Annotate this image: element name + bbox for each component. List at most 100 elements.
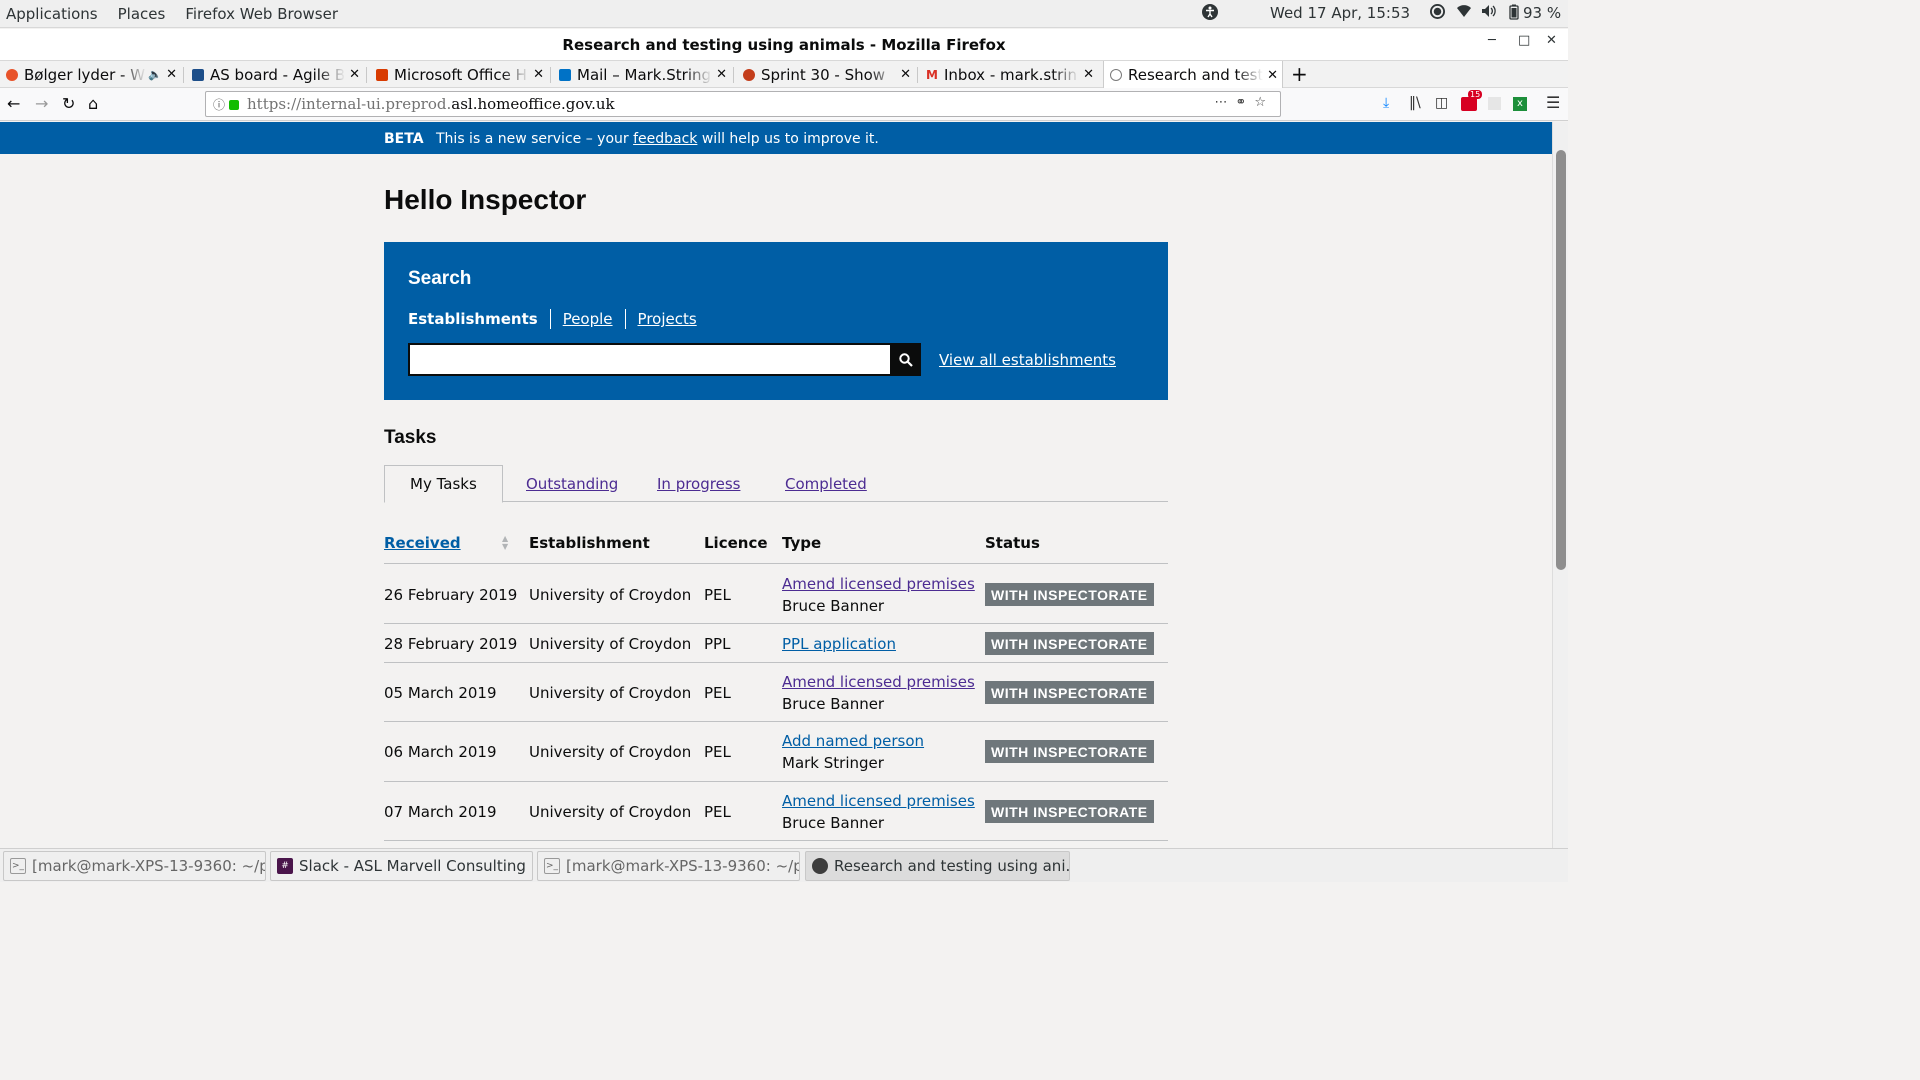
tab-as-board[interactable]: AS board - Agile B ✕ (186, 61, 364, 88)
tab-outstanding[interactable]: Outstanding (526, 465, 618, 502)
tab-in-progress[interactable]: In progress (657, 465, 740, 502)
search-tab-people[interactable]: People (549, 309, 625, 329)
notification-badge: 15 (1468, 90, 1483, 99)
received-cell: 05 March 2019 (384, 684, 497, 702)
page-actions-icon[interactable]: ⋯ (1214, 95, 1235, 110)
taskbar-item-label: Research and testing using ani... (834, 857, 1070, 875)
task-type-link[interactable]: Amend licensed premises (782, 792, 975, 810)
licence-cell: PEL (704, 586, 731, 604)
navigation-toolbar: ← → ↻ ⌂ ⓘ https://internal-ui.preprod. as… (0, 88, 1568, 121)
slack-icon: # (277, 858, 293, 874)
tab-label: Inbox - mark.strin (944, 65, 1077, 84)
scrollbar-thumb[interactable] (1556, 150, 1566, 570)
licence-cell: PEL (704, 803, 731, 821)
task-type-link[interactable]: Amend licensed premises (782, 673, 975, 691)
close-tab-icon[interactable]: ✕ (166, 67, 177, 82)
tasks-tabs: My Tasks Outstanding In progress Complet… (384, 465, 1168, 503)
task-type-link[interactable]: Add named person (782, 732, 924, 750)
library-icon[interactable]: ‖\ (1409, 95, 1421, 111)
taskbar-item-terminal-1[interactable]: >_ [mark@mark-XPS-13-9360: ~/p... (3, 851, 266, 881)
search-input[interactable] (408, 343, 892, 376)
extension-placeholder-icon[interactable] (1488, 97, 1501, 110)
forward-button[interactable]: → (35, 94, 48, 113)
close-tab-icon[interactable]: ✕ (533, 67, 544, 82)
accessibility-icon[interactable] (1202, 4, 1218, 24)
firefox-app-menu[interactable]: Firefox Web Browser (175, 5, 348, 23)
taskbar-item-firefox[interactable]: Research and testing using ani... (805, 851, 1070, 881)
back-button[interactable]: ← (7, 94, 20, 113)
tab-label: Sprint 30 - Show (761, 65, 886, 84)
lock-icon[interactable] (229, 100, 240, 110)
applications-menu[interactable]: Applications (0, 5, 108, 23)
taskbar-item-label: [mark@mark-XPS-13-9360: ~/p... (32, 857, 266, 875)
tab-favicon (743, 68, 755, 81)
search-title: Search (408, 268, 472, 289)
close-tab-icon[interactable]: ✕ (1083, 67, 1094, 82)
maximize-icon[interactable]: □ (1518, 33, 1530, 48)
taskbar-item-slack[interactable]: # Slack - ASL Marvell Consulting (270, 851, 533, 881)
battery-icon[interactable] (1509, 4, 1519, 24)
column-header-received[interactable]: Received (384, 534, 461, 552)
beta-tag: BETA (384, 131, 424, 147)
record-icon[interactable] (1430, 4, 1445, 23)
task-type-link[interactable]: Amend licensed premises (782, 575, 975, 593)
tab-mail[interactable]: Mail – Mark.String ✕ (553, 61, 731, 88)
taskbar-item-terminal-2[interactable]: >_ [mark@mark-XPS-13-9360: ~/p... (537, 851, 800, 881)
tab-favicon (1110, 69, 1122, 81)
tab-label: Microsoft Office H (394, 65, 527, 84)
tab-favicon (6, 68, 18, 81)
tab-label: Bølger lyder - W (24, 65, 146, 84)
bookmark-star-icon[interactable]: ☆ (1254, 95, 1274, 110)
downloads-icon[interactable]: ⤓ (1383, 95, 1389, 111)
column-header-establishment: Establishment (529, 534, 650, 552)
tab-label: Mail – Mark.String (577, 65, 712, 84)
close-tab-icon[interactable]: ✕ (716, 67, 727, 82)
view-all-establishments-link[interactable]: View all establishments (939, 351, 1116, 369)
window-list-taskbar: >_ [mark@mark-XPS-13-9360: ~/p... # Slac… (0, 848, 1568, 882)
clock[interactable]: Wed 17 Apr, 15:53 (1270, 4, 1410, 22)
column-header-status: Status (985, 534, 1040, 552)
establishment-cell: University of Croydon (529, 803, 692, 821)
reload-button[interactable]: ↻ (62, 94, 75, 113)
tab-label: AS board - Agile B (210, 65, 346, 84)
spreadsheet-extension-icon[interactable]: x (1513, 97, 1527, 111)
speaker-icon[interactable]: 🔈 (148, 68, 162, 81)
received-cell: 26 February 2019 (384, 586, 518, 604)
tab-favicon (376, 68, 388, 81)
close-tab-icon[interactable]: ✕ (900, 67, 911, 82)
task-type-link[interactable]: PPL application (782, 635, 896, 653)
wifi-icon[interactable] (1456, 4, 1472, 22)
search-icon (898, 352, 913, 367)
extension-icon[interactable]: 15 (1461, 90, 1483, 111)
home-button[interactable]: ⌂ (88, 94, 98, 113)
places-menu[interactable]: Places (108, 5, 176, 23)
hamburger-menu-icon[interactable]: ☰ (1546, 93, 1560, 112)
site-info-icon[interactable]: ⓘ (213, 96, 225, 113)
volume-icon[interactable] (1481, 4, 1497, 22)
search-tab-projects[interactable]: Projects (624, 309, 709, 329)
sort-icon[interactable]: ▲ ▼ (502, 535, 508, 551)
tab-completed[interactable]: Completed (785, 465, 867, 502)
tab-my-tasks[interactable]: My Tasks (384, 465, 503, 503)
tab-sprint-30[interactable]: Sprint 30 - Show ✕ (737, 61, 915, 88)
url-bar[interactable]: ⓘ https://internal-ui.preprod. asl.homeof… (205, 91, 1281, 117)
tab-research-and-testing[interactable]: Research and testi ✕ (1103, 61, 1283, 89)
licence-cell: PEL (704, 684, 731, 702)
licence-cell: PEL (704, 743, 731, 761)
tab-microsoft-office[interactable]: Microsoft Office H ✕ (370, 61, 548, 88)
pocket-icon[interactable]: ⚭ (1235, 95, 1254, 110)
minimize-icon[interactable]: ─ (1488, 33, 1496, 48)
licence-cell: PPL (704, 635, 731, 653)
feedback-link[interactable]: feedback (633, 131, 697, 147)
tab-inbox[interactable]: M Inbox - mark.strin ✕ (920, 61, 1098, 88)
sidebar-icon[interactable]: ◫ (1435, 95, 1448, 111)
page-scrollbar[interactable] (1552, 122, 1568, 848)
tab-bolger-lyder[interactable]: Bølger lyder - W 🔈 ✕ (0, 61, 181, 88)
search-button[interactable] (890, 343, 921, 376)
new-tab-button[interactable]: + (1291, 62, 1308, 86)
close-tab-icon[interactable]: ✕ (1267, 68, 1278, 83)
search-tab-establishments[interactable]: Establishments (408, 309, 550, 329)
status-badge: WITH INSPECTORATE (985, 632, 1154, 655)
close-window-icon[interactable]: ✕ (1546, 33, 1557, 48)
close-tab-icon[interactable]: ✕ (349, 67, 360, 82)
